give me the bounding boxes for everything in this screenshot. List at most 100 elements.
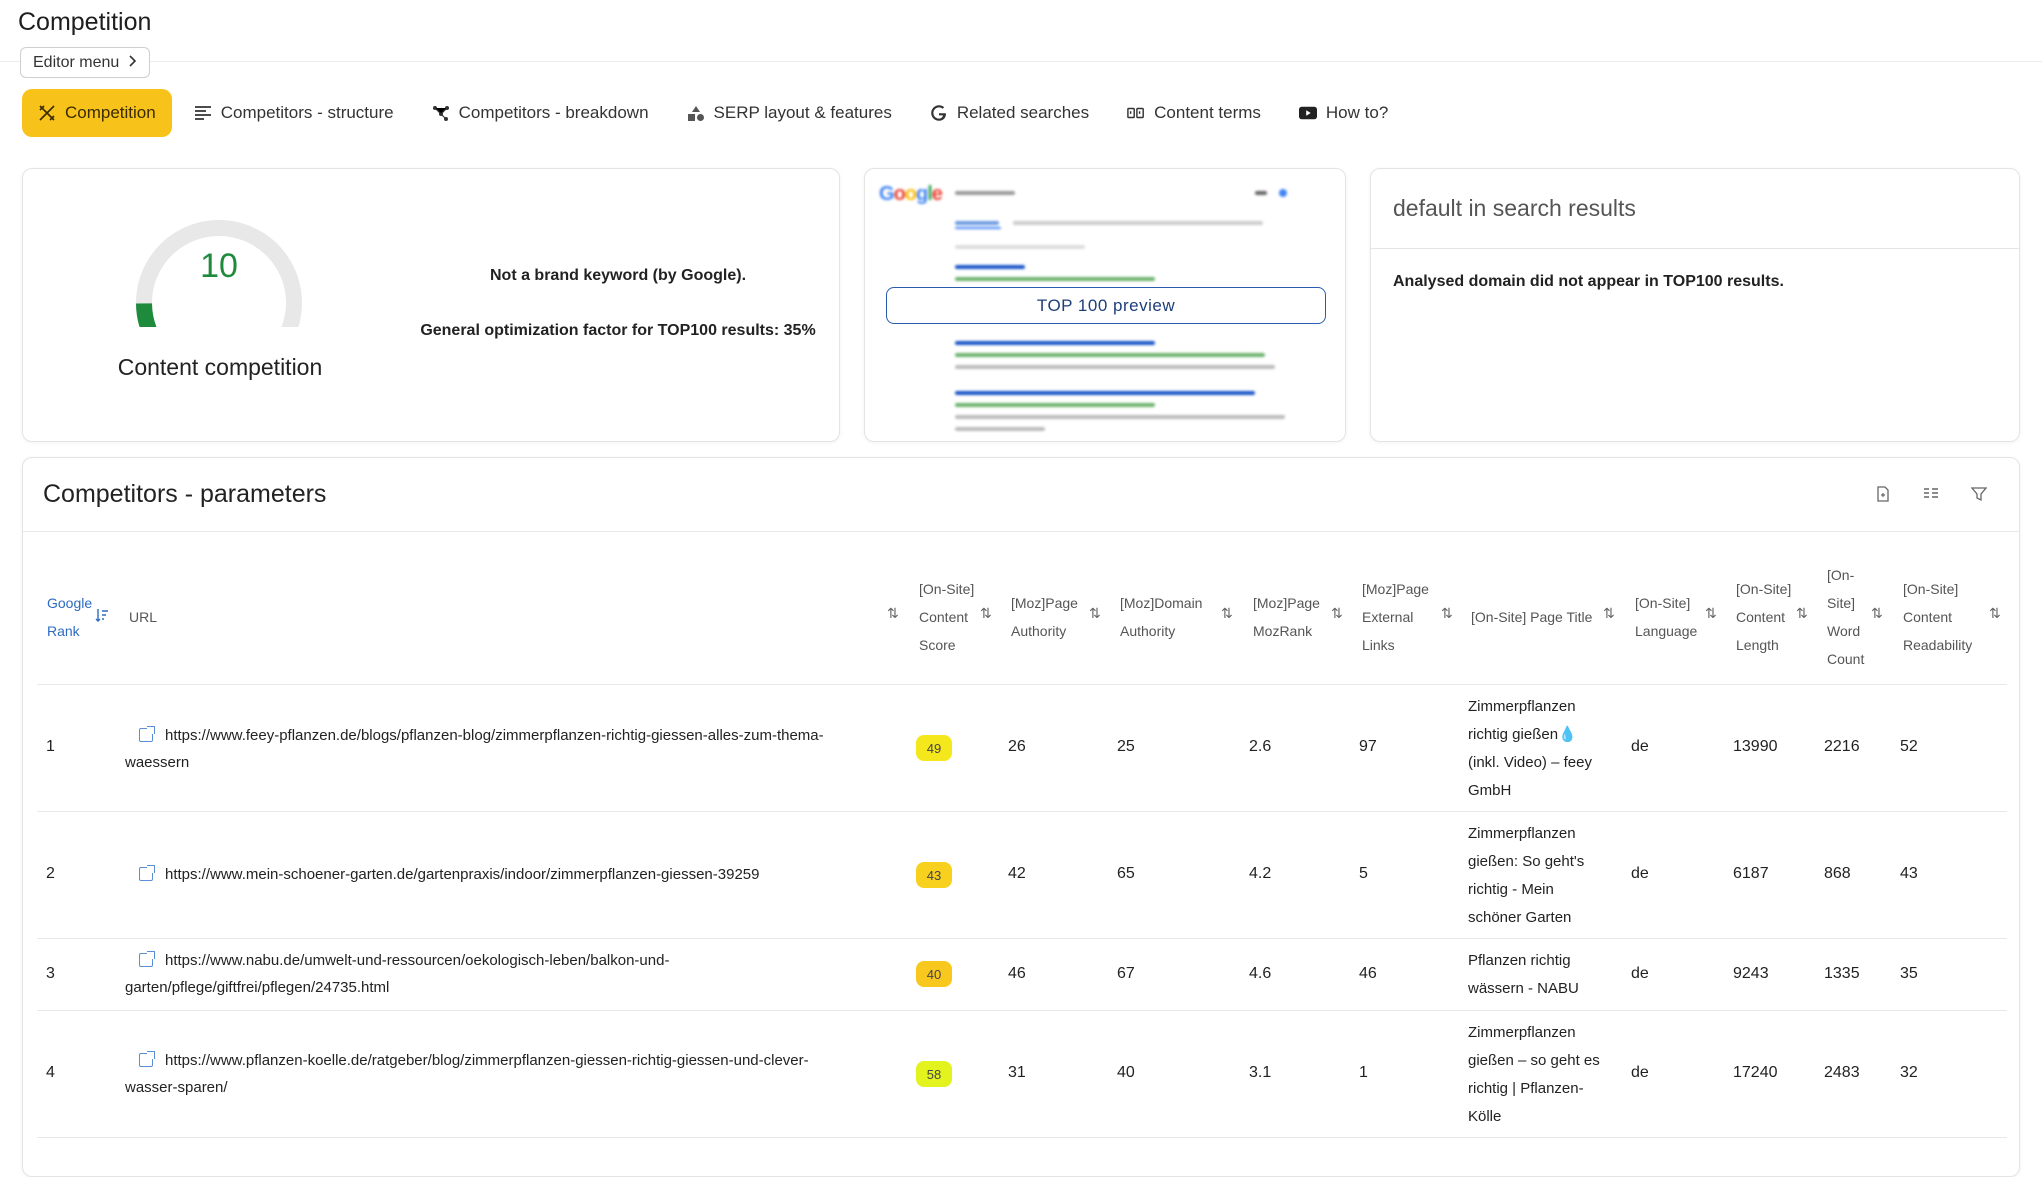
tab-bar: Competition Competitors - structure Comp… xyxy=(22,89,1410,137)
cell-domain-authority: 65 xyxy=(1117,865,1135,882)
google-logo-blurred: Google xyxy=(879,183,943,205)
content-score-badge: 43 xyxy=(916,862,952,888)
url-text[interactable]: https://www.mein-schoener-garten.de/gart… xyxy=(165,866,759,883)
header-content-score[interactable]: [On-Site] Content Score xyxy=(919,575,974,659)
sort-ascending-icon[interactable] xyxy=(95,608,109,625)
cell-word-count: 1335 xyxy=(1824,965,1860,982)
cell-url[interactable]: https://www.feey-pflanzen.de/blogs/pflan… xyxy=(125,722,905,776)
header-readability[interactable]: [On-Site] Content Readability xyxy=(1903,575,1972,659)
external-link-icon[interactable] xyxy=(139,726,155,742)
url-text[interactable]: wasser-sparen/ xyxy=(125,1079,228,1096)
header-language[interactable]: [On-Site] Language xyxy=(1635,589,1697,645)
header-page-authority[interactable]: [Moz]Page Authority xyxy=(1011,589,1078,645)
align-left-icon xyxy=(194,104,212,122)
row-divider xyxy=(37,1010,2007,1011)
sort-icon[interactable]: ⇅ xyxy=(1441,605,1453,622)
header-line: Word xyxy=(1827,623,1861,639)
header-line: [On-Site] xyxy=(1736,581,1792,597)
sort-icon[interactable]: ⇅ xyxy=(1603,605,1615,622)
header-word-count[interactable]: [On- Site] Word Count xyxy=(1827,561,1864,673)
divider xyxy=(23,531,2019,532)
header-domain-authority[interactable]: [Moz]Domain Authority xyxy=(1120,589,1202,645)
title-line: richtig - Mein xyxy=(1468,881,1554,898)
url-text[interactable]: waessern xyxy=(125,754,189,771)
editor-menu-label: Editor menu xyxy=(33,53,120,71)
url-text[interactable]: https://www.feey-pflanzen.de/blogs/pflan… xyxy=(165,727,824,744)
header-line: [Moz]Page xyxy=(1362,581,1429,597)
gauge-value: 10 xyxy=(200,247,238,285)
external-link-icon[interactable] xyxy=(139,865,155,881)
cell-page-authority: 46 xyxy=(1008,965,1026,982)
header-line: [Moz]Domain xyxy=(1120,595,1203,611)
cell-external-links: 1 xyxy=(1359,1064,1368,1081)
cell-url[interactable]: https://www.mein-schoener-garten.de/gart… xyxy=(125,861,905,888)
url-text[interactable]: garten/pflege/giftfrei/pflegen/24735.htm… xyxy=(125,979,389,996)
header-line: Language xyxy=(1635,623,1698,639)
cell-language: de xyxy=(1631,965,1649,982)
tab-serp-layout[interactable]: SERP layout & features xyxy=(671,89,908,137)
tab-competition[interactable]: Competition xyxy=(22,89,172,137)
sort-icon[interactable]: ⇅ xyxy=(1989,605,2001,622)
sort-icon[interactable]: ⇅ xyxy=(1871,605,1883,622)
tab-label: Related searches xyxy=(956,103,1090,122)
tab-label: Competitors - structure xyxy=(220,103,394,122)
header-line: External xyxy=(1362,609,1414,625)
cell-domain-authority: 67 xyxy=(1117,965,1135,982)
cell-url[interactable]: https://www.nabu.de/umwelt-und-ressource… xyxy=(125,947,905,1001)
cell-content-length: 13990 xyxy=(1733,738,1778,755)
header-line: Rank xyxy=(47,623,80,639)
tab-competitors-breakdown[interactable]: Competitors - breakdown xyxy=(416,89,665,137)
sort-icon[interactable]: ⇅ xyxy=(1796,605,1808,622)
tab-how-to[interactable]: How to? xyxy=(1283,89,1404,137)
header-google-rank[interactable]: Google Rank xyxy=(47,589,92,645)
cell-rank: 1 xyxy=(46,738,55,755)
header-content-length[interactable]: [On-Site] Content Length xyxy=(1736,575,1791,659)
header-external-links[interactable]: [Moz]Page External Links xyxy=(1362,575,1429,659)
url-text[interactable]: https://www.pflanzen-koelle.de/ratgeber/… xyxy=(165,1052,809,1069)
content-score-badge: 49 xyxy=(916,735,952,761)
cell-external-links: 5 xyxy=(1359,865,1368,882)
header-line: [On-Site] xyxy=(1635,595,1691,611)
cell-language: de xyxy=(1631,738,1649,755)
title-line: Zimmerpflanzen xyxy=(1468,825,1576,842)
sort-icon[interactable]: ⇅ xyxy=(1331,605,1343,622)
header-line: [On-Site] xyxy=(1903,581,1959,597)
header-line: [On-Site] xyxy=(919,581,975,597)
divider xyxy=(1371,248,2019,249)
tab-competitors-structure[interactable]: Competitors - structure xyxy=(178,89,410,137)
sort-icon[interactable]: ⇅ xyxy=(887,605,899,622)
external-link-icon[interactable] xyxy=(139,1051,155,1067)
title-line: richtig gießen💧 xyxy=(1468,726,1577,743)
serp-preview-card[interactable]: Google TOP 100 preview xyxy=(864,168,1346,442)
header-mozrank[interactable]: [Moz]Page MozRank xyxy=(1253,589,1320,645)
header-line: Site] xyxy=(1827,595,1856,611)
brand-keyword-note: Not a brand keyword (by Google). xyxy=(489,267,747,284)
title-line: schöner Garten xyxy=(1468,909,1572,926)
export-file-icon[interactable] xyxy=(1873,484,1893,504)
columns-icon[interactable] xyxy=(1921,484,1941,504)
sort-icon[interactable]: ⇅ xyxy=(1705,605,1717,622)
editor-menu-button[interactable]: Editor menu xyxy=(20,47,151,78)
sort-icon[interactable]: ⇅ xyxy=(1221,605,1233,622)
url-text[interactable]: https://www.nabu.de/umwelt-und-ressource… xyxy=(165,952,669,969)
content-competition-card: 10 Content competition Not a brand keywo… xyxy=(22,168,840,442)
cell-external-links: 46 xyxy=(1359,965,1377,982)
shapes-icon xyxy=(687,104,705,122)
header-line: [On- xyxy=(1827,567,1855,583)
header-line: Google xyxy=(47,595,93,611)
video-play-icon xyxy=(1298,104,1317,122)
default-card-title: default in search results xyxy=(1393,195,1636,221)
sort-icon[interactable]: ⇅ xyxy=(1089,605,1101,622)
header-page-title[interactable]: [On-Site] Page Title xyxy=(1471,603,1592,631)
tab-related-searches[interactable]: Related searches xyxy=(914,89,1105,137)
quote-icon xyxy=(1127,104,1145,122)
filter-icon[interactable] xyxy=(1969,484,1989,504)
cell-url[interactable]: https://www.pflanzen-koelle.de/ratgeber/… xyxy=(125,1047,905,1101)
competition-gauge: 10 xyxy=(109,207,329,336)
sort-icon[interactable]: ⇅ xyxy=(980,605,992,622)
top100-preview-button[interactable]: TOP 100 preview xyxy=(886,287,1326,324)
external-link-icon[interactable] xyxy=(139,951,155,967)
header-url[interactable]: URL xyxy=(129,603,157,631)
tab-content-terms[interactable]: Content terms xyxy=(1111,89,1277,137)
default-search-results-card: default in search results Analysed domai… xyxy=(1370,168,2020,442)
